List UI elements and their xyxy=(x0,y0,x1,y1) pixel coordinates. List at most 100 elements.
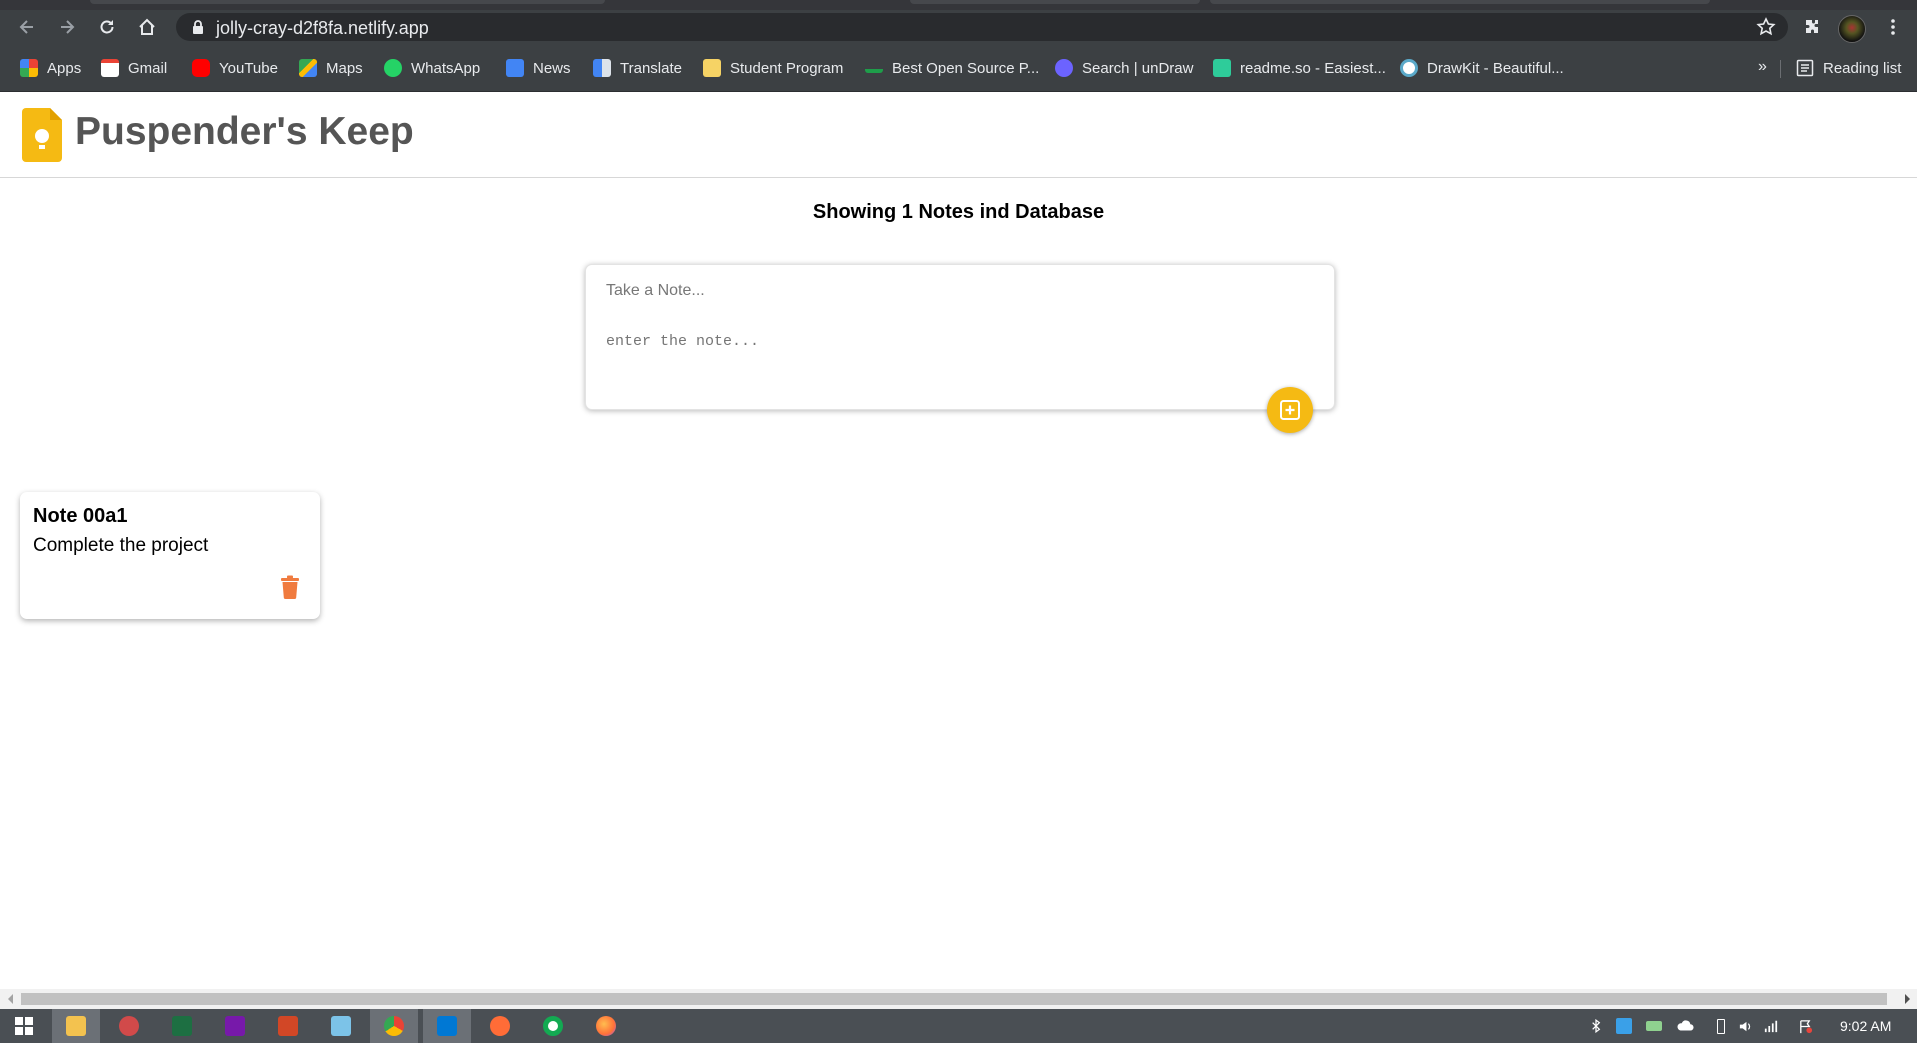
bookmark-drawkit[interactable]: DrawKit - Beautiful... xyxy=(1400,56,1564,80)
scroll-right-icon[interactable] xyxy=(1902,993,1912,1005)
bookmark-label: Gmail xyxy=(128,59,168,77)
bookmark-whatsapp[interactable]: WhatsApp xyxy=(384,56,480,80)
trash-icon xyxy=(281,575,299,599)
taskbar-file-explorer[interactable] xyxy=(52,1009,100,1043)
postman-icon xyxy=(490,1016,510,1036)
bookmarks-overflow-button[interactable]: » xyxy=(1758,58,1767,76)
volume-icon[interactable] xyxy=(1736,1017,1754,1035)
taskbar-snipping-tool[interactable] xyxy=(105,1009,153,1043)
reading-list-label: Reading list xyxy=(1823,59,1902,77)
apps-grid-icon xyxy=(20,59,38,77)
note-title-input[interactable] xyxy=(606,277,1306,305)
home-button[interactable] xyxy=(134,15,160,39)
taskbar-chrome[interactable] xyxy=(370,1009,418,1043)
bookmark-undraw[interactable]: Search | unDraw xyxy=(1055,56,1193,80)
firefox-icon xyxy=(596,1016,616,1036)
back-arrow-icon xyxy=(19,20,33,34)
browser-tab[interactable] xyxy=(90,0,605,4)
bookmark-star-icon[interactable] xyxy=(1756,17,1776,37)
browser-menu-button[interactable] xyxy=(1880,15,1906,39)
bookmark-label: DrawKit - Beautiful... xyxy=(1427,59,1564,77)
excel-icon xyxy=(172,1016,192,1036)
taskbar-powerpoint[interactable] xyxy=(264,1009,312,1043)
bookmark-label: Apps xyxy=(47,59,82,77)
bookmark-label: Student Program xyxy=(730,59,844,77)
onenote-icon xyxy=(225,1016,245,1036)
note-title: Note 00a1 xyxy=(33,505,128,527)
bookmark-student-program[interactable]: Student Program xyxy=(703,56,843,80)
taskbar-mongodb-compass[interactable] xyxy=(529,1009,577,1043)
notification-flag-icon[interactable] xyxy=(1796,1017,1814,1035)
taskbar-excel[interactable] xyxy=(158,1009,206,1043)
readme-icon xyxy=(1213,59,1231,77)
note-body-input[interactable] xyxy=(606,333,1306,389)
keep-logo-icon xyxy=(22,108,62,162)
scrollbar-thumb[interactable] xyxy=(21,993,1887,1005)
snipping-tool-icon xyxy=(119,1016,139,1036)
reload-icon xyxy=(100,20,114,34)
windows-taskbar: 9:02 AM xyxy=(0,1009,1917,1043)
bookmark-label: Best Open Source P... xyxy=(892,59,1040,77)
chrome-icon xyxy=(384,1016,404,1036)
bookmark-readme[interactable]: readme.so - Easiest... xyxy=(1213,56,1386,80)
bookmark-translate[interactable]: Translate xyxy=(593,56,682,80)
lock-icon[interactable] xyxy=(190,19,206,35)
horizontal-scrollbar[interactable] xyxy=(0,989,1917,1009)
bookmark-label: Search | unDraw xyxy=(1082,59,1194,77)
scroll-left-icon[interactable] xyxy=(6,993,16,1005)
bookmark-apps[interactable]: Apps xyxy=(20,56,81,80)
gmail-icon xyxy=(101,59,119,77)
forward-arrow-icon xyxy=(61,20,75,34)
taskbar-vscode[interactable] xyxy=(423,1009,471,1043)
taskbar-firefox[interactable] xyxy=(582,1009,630,1043)
file-explorer-icon xyxy=(66,1016,86,1036)
taskbar-onenote[interactable] xyxy=(211,1009,259,1043)
app-header: Puspender's Keep xyxy=(0,92,1917,178)
undraw-icon xyxy=(1055,59,1073,77)
browser-toolbar: jolly-cray-d2f8fa.netlify.app xyxy=(0,10,1917,44)
bookmark-label: WhatsApp xyxy=(411,59,481,77)
onedrive-icon[interactable] xyxy=(1676,1017,1694,1035)
forward-button[interactable] xyxy=(54,15,80,39)
battery-icon[interactable] xyxy=(1712,1017,1730,1035)
oss-icon xyxy=(865,63,883,73)
bookmark-news[interactable]: News xyxy=(506,56,571,80)
tray-app-icon[interactable] xyxy=(1615,1017,1633,1035)
security-icon[interactable] xyxy=(1645,1017,1663,1035)
home-icon xyxy=(139,18,155,35)
taskbar-notepad[interactable] xyxy=(317,1009,365,1043)
profile-avatar[interactable] xyxy=(1838,15,1866,43)
start-button[interactable] xyxy=(0,1009,48,1043)
add-note-button[interactable] xyxy=(1267,387,1313,433)
browser-tab[interactable] xyxy=(910,0,1200,4)
extensions-button[interactable] xyxy=(1799,15,1825,39)
delete-note-button[interactable] xyxy=(278,574,302,600)
network-icon[interactable] xyxy=(1762,1017,1780,1035)
bookmark-maps[interactable]: Maps xyxy=(299,56,363,80)
address-bar[interactable]: jolly-cray-d2f8fa.netlify.app xyxy=(176,13,1788,41)
app-title: Puspender's Keep xyxy=(75,110,414,153)
mongodb-compass-icon xyxy=(543,1016,563,1036)
powerpoint-icon xyxy=(278,1016,298,1036)
note-content: Complete the project xyxy=(33,535,209,556)
taskbar-clock[interactable]: 9:02 AM xyxy=(1840,1018,1891,1034)
reading-list-icon xyxy=(1796,59,1814,77)
kebab-menu-icon xyxy=(1891,19,1895,35)
bookmark-best-open-source[interactable]: Best Open Source P... xyxy=(865,56,1039,80)
news-icon xyxy=(506,59,524,77)
taskbar-postman[interactable] xyxy=(476,1009,524,1043)
bookmark-label: Maps xyxy=(326,59,363,77)
reading-list-button[interactable]: Reading list xyxy=(1796,56,1901,80)
notepad-icon xyxy=(331,1016,351,1036)
browser-tab[interactable] xyxy=(1210,0,1710,4)
back-button[interactable] xyxy=(14,15,40,39)
drawkit-icon xyxy=(1400,59,1418,77)
bluetooth-icon[interactable] xyxy=(1587,1017,1605,1035)
bookmark-gmail[interactable]: Gmail xyxy=(101,56,167,80)
url-text[interactable]: jolly-cray-d2f8fa.netlify.app xyxy=(216,18,429,39)
create-note-form xyxy=(585,264,1335,410)
reload-button[interactable] xyxy=(94,15,120,39)
folder-icon xyxy=(703,59,721,77)
bookmark-youtube[interactable]: YouTube xyxy=(192,56,278,80)
translate-icon xyxy=(593,59,611,77)
